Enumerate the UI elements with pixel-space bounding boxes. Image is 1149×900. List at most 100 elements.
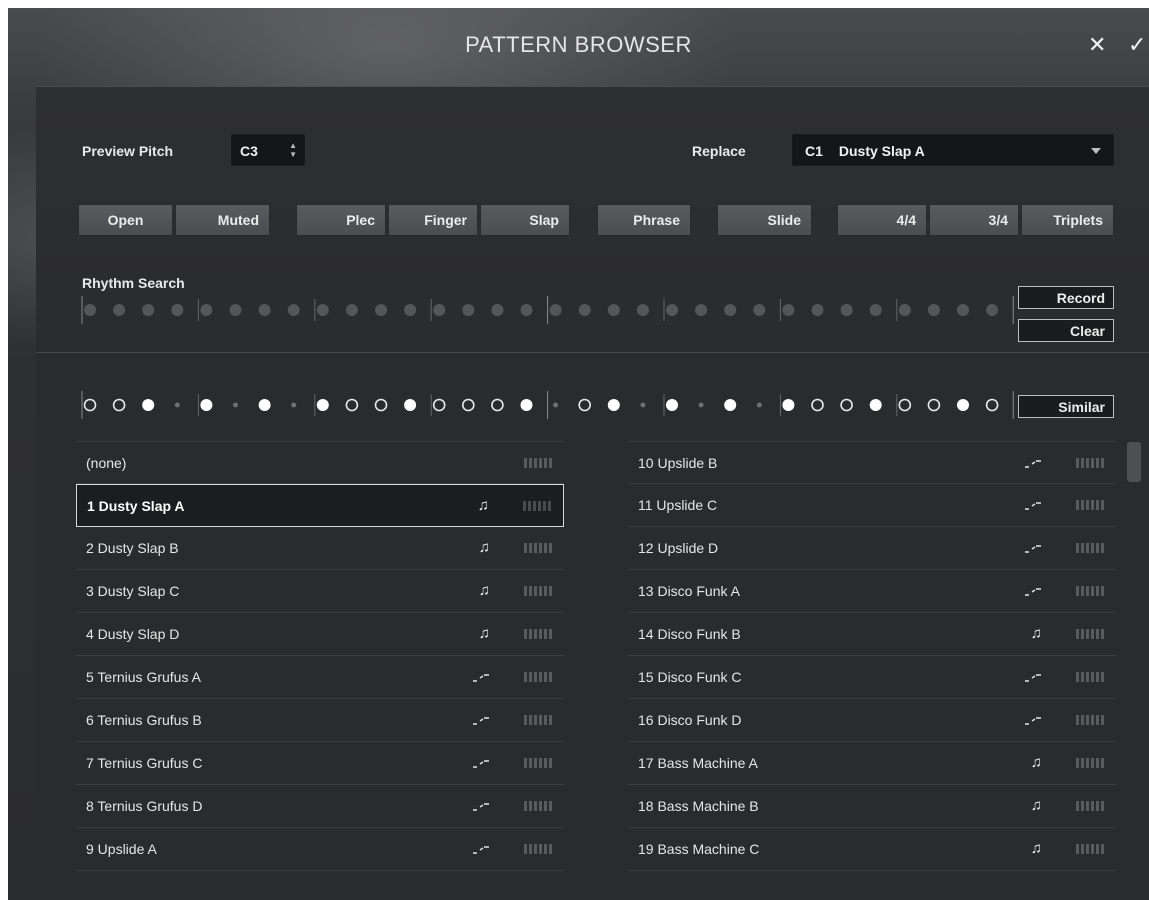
- phrase-button[interactable]: Phrase: [597, 204, 691, 236]
- replace-value: Dusty Slap A: [838, 143, 925, 159]
- rhythm-step: [840, 398, 853, 412]
- slide-icon: [473, 717, 489, 725]
- rhythm-step: [782, 399, 795, 411]
- pattern-row[interactable]: 14 Disco Funk B ♫: [628, 613, 1116, 656]
- preview-pitch-label: Preview Pitch: [82, 143, 174, 159]
- pattern-row[interactable]: 16 Disco Funk D: [628, 699, 1116, 742]
- note-icon: ♫: [1030, 754, 1042, 771]
- slide-icon: [473, 674, 489, 682]
- chevron-down-icon[interactable]: [1091, 148, 1101, 154]
- rhythm-step: [811, 304, 824, 316]
- rhythm-step: [666, 399, 678, 411]
- rhythm-step: [549, 304, 562, 316]
- rhythm-step: [520, 304, 533, 316]
- note-icon: ♫: [1030, 625, 1042, 642]
- rhythm-step: [957, 304, 969, 316]
- replace-label: Replace: [692, 143, 746, 159]
- pattern-row[interactable]: 5 Ternius Grufus A: [76, 656, 564, 699]
- muted-button[interactable]: Muted: [175, 204, 270, 236]
- rhythm-step: [553, 402, 559, 408]
- pattern-row[interactable]: 12 Upslide D: [628, 527, 1116, 570]
- rhythm-search-grid[interactable]: [76, 295, 1016, 325]
- rhythm-step: [233, 402, 238, 408]
- rhythm-step: [142, 304, 155, 316]
- velocity-meter: [1076, 844, 1104, 854]
- velocity-meter: [524, 715, 552, 725]
- rhythm-step: [112, 398, 126, 412]
- pattern-name: 11 Upslide C: [638, 497, 718, 513]
- velocity-meter: [524, 844, 552, 854]
- pattern-row[interactable]: 6 Ternius Grufus B: [76, 699, 564, 742]
- pattern-row[interactable]: (none): [76, 441, 564, 484]
- pattern-row[interactable]: 15 Disco Funk C: [628, 656, 1116, 699]
- slide-icon: [473, 846, 489, 854]
- scrollbar-thumb[interactable]: [1127, 442, 1141, 482]
- rhythm-step: [200, 399, 213, 411]
- rhythm-step: [461, 398, 475, 412]
- pattern-name: 12 Upslide D: [638, 540, 719, 556]
- open-button[interactable]: Open: [78, 204, 173, 236]
- rhythm-step: [782, 304, 795, 316]
- pattern-row[interactable]: 4 Dusty Slap D ♫: [76, 613, 564, 656]
- browser-panel: Preview Pitch C3 ▲ ▼ Replace C1 Dusty Sla…: [36, 86, 1149, 900]
- pattern-row[interactable]: 7 Ternius Grufus C: [76, 742, 564, 785]
- record-button[interactable]: Record: [1018, 286, 1114, 309]
- pattern-row[interactable]: 1 Dusty Slap A ♫: [76, 484, 564, 527]
- rhythm-search-label: Rhythm Search: [82, 275, 185, 291]
- rhythm-step: [345, 398, 359, 412]
- pattern-row[interactable]: 2 Dusty Slap B ♫: [76, 527, 564, 570]
- rhythm-step: [578, 304, 591, 316]
- rhythm-step: [404, 304, 417, 316]
- rhythm-step: [433, 304, 446, 316]
- rhythm-step: [520, 399, 533, 411]
- rhythm-step: [291, 402, 297, 408]
- rhythm-step: [174, 402, 180, 408]
- rhythm-step: [640, 402, 646, 408]
- pattern-name: (none): [86, 455, 127, 471]
- replace-key: C1: [805, 143, 823, 159]
- time-4-4-button[interactable]: 4/4: [837, 204, 927, 236]
- velocity-meter: [1076, 758, 1104, 768]
- slide-icon: [473, 760, 489, 768]
- pattern-row[interactable]: 8 Ternius Grufus D: [76, 785, 564, 828]
- replace-dropdown[interactable]: C1 Dusty Slap A: [792, 134, 1114, 166]
- pattern-row[interactable]: 10 Upslide B: [628, 441, 1116, 484]
- slap-button[interactable]: Slap: [480, 204, 570, 236]
- note-icon: ♫: [1030, 797, 1042, 814]
- rhythm-step: [724, 399, 737, 411]
- pattern-name: 17 Bass Machine A: [638, 755, 758, 771]
- finger-button[interactable]: Finger: [388, 204, 478, 236]
- confirm-icon[interactable]: ✓: [1128, 34, 1146, 56]
- rhythm-step: [287, 304, 300, 316]
- rhythm-step: [462, 304, 475, 316]
- rhythm-step: [607, 399, 620, 411]
- note-icon: ♫: [478, 582, 490, 599]
- pattern-row[interactable]: 19 Bass Machine C ♫: [628, 828, 1116, 871]
- pattern-row[interactable]: 11 Upslide C: [628, 484, 1116, 527]
- slide-icon: [1025, 460, 1041, 468]
- pattern-row[interactable]: 9 Upslide A: [76, 828, 564, 871]
- preview-pitch-stepper[interactable]: C3 ▲ ▼: [231, 134, 305, 166]
- pattern-name: 8 Ternius Grufus D: [86, 798, 203, 814]
- pattern-name: 15 Disco Funk C: [638, 669, 742, 685]
- time-3-4-button[interactable]: 3/4: [929, 204, 1019, 236]
- slide-icon: [1025, 717, 1041, 725]
- stepper-arrows-icon[interactable]: ▲ ▼: [289, 141, 297, 159]
- rhythm-step: [698, 402, 704, 408]
- pattern-list-right: 10 Upslide B 11 Upslide C 12 Upslide D 13 D…: [628, 441, 1116, 871]
- pattern-row[interactable]: 13 Disco Funk A: [628, 570, 1116, 613]
- plec-button[interactable]: Plec: [296, 204, 386, 236]
- similar-button[interactable]: Similar: [1018, 395, 1114, 418]
- triplets-button[interactable]: Triplets: [1021, 204, 1114, 236]
- window-title: PATTERN BROWSER: [465, 32, 692, 57]
- pattern-row[interactable]: 17 Bass Machine A ♫: [628, 742, 1116, 785]
- velocity-meter: [524, 801, 552, 811]
- close-icon[interactable]: ✕: [1088, 34, 1106, 56]
- slide-button[interactable]: Slide: [717, 204, 812, 236]
- slide-icon: [1025, 674, 1041, 682]
- velocity-meter: [1076, 543, 1104, 553]
- pattern-name: 2 Dusty Slap B: [86, 540, 179, 556]
- clear-button[interactable]: Clear: [1018, 319, 1114, 342]
- pattern-row[interactable]: 3 Dusty Slap C ♫: [76, 570, 564, 613]
- pattern-row[interactable]: 18 Bass Machine B ♫: [628, 785, 1116, 828]
